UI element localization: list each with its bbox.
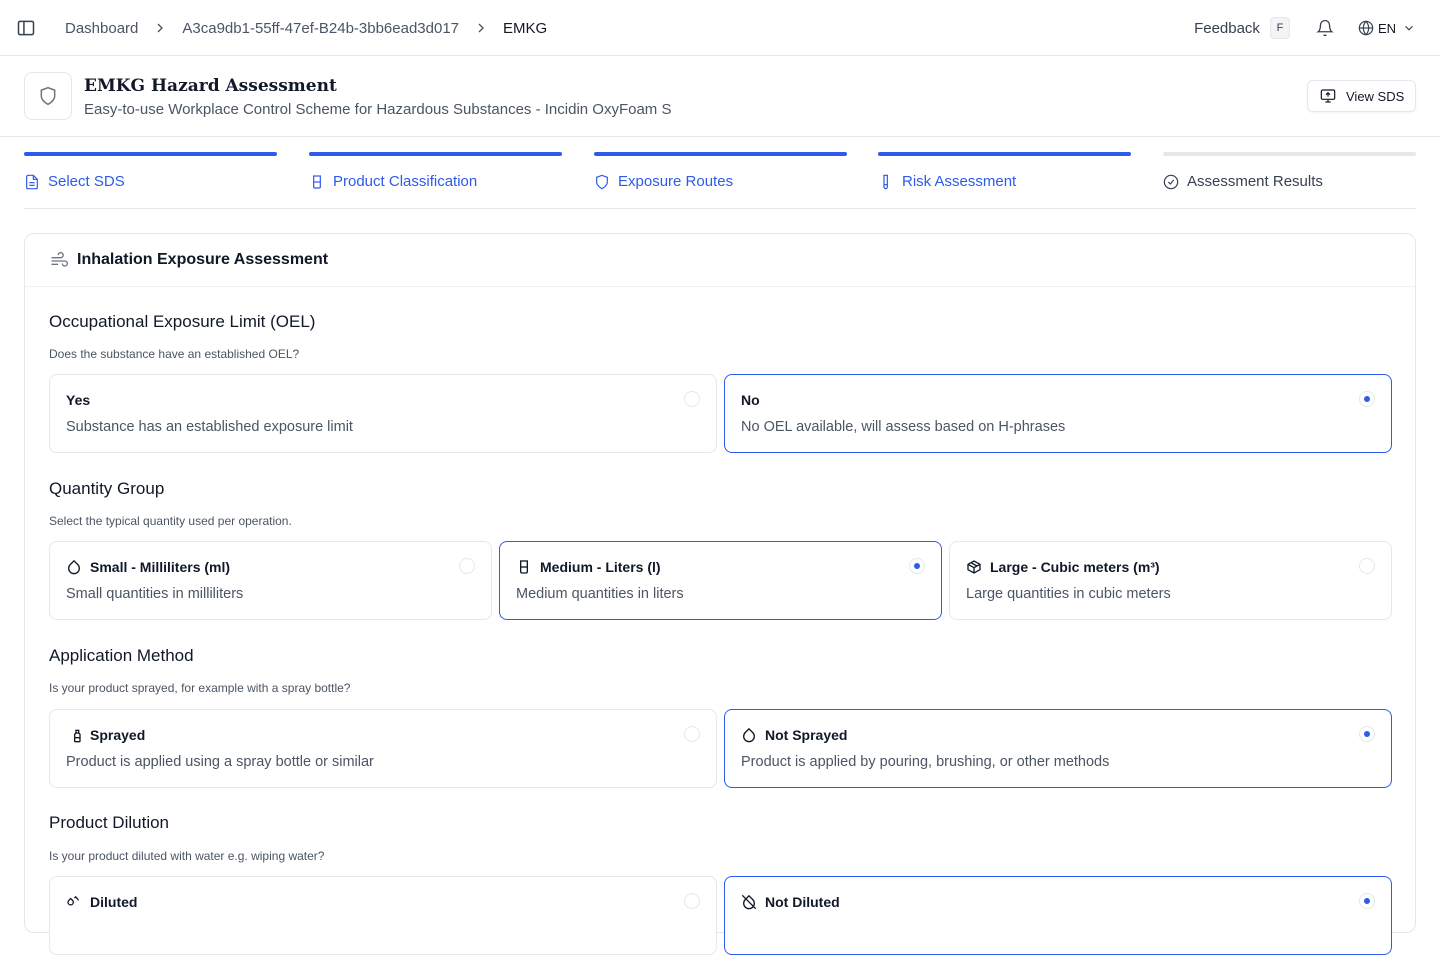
breadcrumb-item-current: EMKG: [503, 19, 548, 37]
view-sds-label: View SDS: [1346, 88, 1405, 104]
droplets-icon: [67, 895, 79, 906]
file-text-icon: [26, 174, 38, 189]
droplet-icon: [68, 559, 80, 575]
top-bar: Dashboard A3ca9db1-55ff-47ef-B24b-3bb6ea…: [0, 0, 1440, 56]
option-quantity-medium[interactable]: Medium - Liters (l) Medium quantities in…: [499, 541, 942, 620]
monitor-upload-icon: [1320, 89, 1336, 103]
option-title: Sprayed: [90, 727, 146, 743]
wind-icon: [49, 251, 69, 271]
section-description-oel: Does the substance have an established O…: [49, 347, 300, 361]
page-header: EMKG Hazard Assessment Easy-to-use Workp…: [0, 56, 1440, 137]
radio-button[interactable]: [684, 893, 700, 909]
option-title: No: [741, 392, 760, 408]
option-description: Substance has an established exposure li…: [66, 419, 353, 435]
spray-can-icon: [68, 728, 81, 743]
radio-button-selected[interactable]: [1359, 893, 1375, 909]
language-label: EN: [1377, 20, 1396, 36]
radio-button[interactable]: [684, 726, 700, 742]
feedback-button[interactable]: Feedback F: [1194, 17, 1290, 39]
option-description: Small quantities in milliliters: [66, 586, 244, 602]
option-title: Large - Cubic meters (m³): [990, 559, 1160, 575]
option-title: Diluted: [90, 894, 138, 910]
feedback-label: Feedback: [1194, 19, 1260, 37]
test-tube-icon: [883, 174, 888, 189]
step-product-classification[interactable]: Product Classification: [309, 152, 562, 208]
option-description: Medium quantities in liters: [516, 586, 684, 602]
page-subtitle: Easy-to-use Workplace Control Scheme for…: [84, 101, 672, 118]
option-description: Product is applied using a spray bottle …: [66, 754, 374, 770]
section-description-dilution: Is your product diluted with water e.g. …: [49, 849, 325, 863]
option-application-sprayed[interactable]: Sprayed Product is applied using a spray…: [49, 709, 717, 788]
section-title-dilution: Product Dilution: [49, 813, 170, 832]
step-progress: Select SDS Product Classification Exposu…: [24, 152, 1416, 209]
chevron-right-icon: [152, 20, 168, 36]
option-quantity-small[interactable]: Small - Milliliters (ml) Small quantitie…: [49, 541, 492, 620]
card-header: Inhalation Exposure Assessment: [25, 234, 1415, 287]
sidebar-toggle-icon[interactable]: [16, 18, 36, 38]
beaker-icon: [313, 174, 321, 189]
option-description: Large quantities in cubic meters: [966, 586, 1171, 602]
radio-button-selected[interactable]: [1359, 726, 1375, 742]
radio-button-selected[interactable]: [909, 558, 925, 574]
option-title: Yes: [66, 392, 91, 408]
shield-icon: [596, 174, 608, 189]
step-progress-bar: [1163, 152, 1416, 156]
step-assessment-results[interactable]: Assessment Results: [1163, 152, 1416, 208]
section-title-oel: Occupational Exposure Limit (OEL): [49, 312, 316, 331]
option-dilution-diluted[interactable]: Diluted: [49, 876, 717, 955]
option-application-not-sprayed[interactable]: Not Sprayed Product is applied by pourin…: [724, 709, 1392, 788]
top-right-actions: Feedback F EN: [1194, 0, 1416, 56]
package-icon: [967, 560, 981, 574]
step-select-sds[interactable]: Select SDS: [24, 152, 277, 208]
chevron-down-icon: [1402, 21, 1416, 35]
option-title: Not Diluted: [765, 894, 840, 910]
radio-button-selected[interactable]: [1359, 391, 1375, 407]
step-progress-bar: [878, 152, 1131, 156]
droplet-off-icon: [741, 894, 757, 910]
step-exposure-routes[interactable]: Exposure Routes: [594, 152, 847, 208]
breadcrumb-item-id[interactable]: A3ca9db1-55ff-47ef-B24b-3bb6ead3d017: [182, 20, 459, 37]
droplet-icon: [743, 727, 755, 743]
beaker-icon: [520, 560, 528, 574]
step-progress-bar: [309, 152, 562, 156]
section-description-application: Is your product sprayed, for example wit…: [49, 681, 351, 695]
view-sds-button[interactable]: View SDS: [1307, 80, 1416, 112]
bell-icon[interactable]: [1315, 19, 1334, 37]
option-oel-yes[interactable]: Yes Substance has an established exposur…: [49, 374, 717, 453]
step-progress-bar: [24, 152, 277, 156]
shield-icon: [24, 72, 72, 120]
card-title: Inhalation Exposure Assessment: [77, 251, 329, 268]
step-risk-assessment[interactable]: Risk Assessment: [878, 152, 1131, 208]
breadcrumb-item-dashboard[interactable]: Dashboard: [65, 20, 138, 37]
step-label: Product Classification: [333, 173, 478, 190]
step-progress-bar: [594, 152, 847, 156]
option-oel-no[interactable]: No No OEL available, will assess based o…: [724, 374, 1392, 453]
step-label: Risk Assessment: [902, 173, 1017, 190]
chevron-right-icon: [473, 20, 489, 36]
feedback-shortcut-badge: F: [1269, 17, 1290, 39]
globe-icon: [1358, 20, 1374, 36]
radio-button[interactable]: [684, 391, 700, 407]
step-label: Assessment Results: [1187, 173, 1323, 190]
option-description: No OEL available, will assess based on H…: [741, 419, 1066, 435]
option-quantity-large[interactable]: Large - Cubic meters (m³) Large quantiti…: [949, 541, 1392, 620]
section-title-application: Application Method: [49, 646, 194, 665]
page-title: EMKG Hazard Assessment: [84, 76, 337, 96]
option-title: Medium - Liters (l): [540, 559, 661, 575]
option-dilution-not-diluted[interactable]: Not Diluted: [724, 876, 1392, 955]
option-title: Small - Milliliters (ml): [90, 559, 231, 575]
inhalation-assessment-card: Inhalation Exposure Assessment Occupatio…: [24, 233, 1416, 955]
breadcrumb: Dashboard A3ca9db1-55ff-47ef-B24b-3bb6ea…: [65, 0, 547, 56]
step-label: Select SDS: [48, 173, 125, 190]
section-description-quantity: Select the typical quantity used per ope…: [49, 514, 292, 528]
option-title: Not Sprayed: [765, 727, 848, 743]
language-select[interactable]: EN: [1358, 20, 1416, 36]
step-label: Exposure Routes: [618, 173, 734, 190]
option-description: Product is applied by pouring, brushing,…: [741, 754, 1110, 770]
radio-button[interactable]: [1359, 558, 1375, 574]
check-circle-icon: [1163, 174, 1179, 189]
section-title-quantity: Quantity Group: [49, 479, 165, 498]
radio-button[interactable]: [459, 558, 475, 574]
